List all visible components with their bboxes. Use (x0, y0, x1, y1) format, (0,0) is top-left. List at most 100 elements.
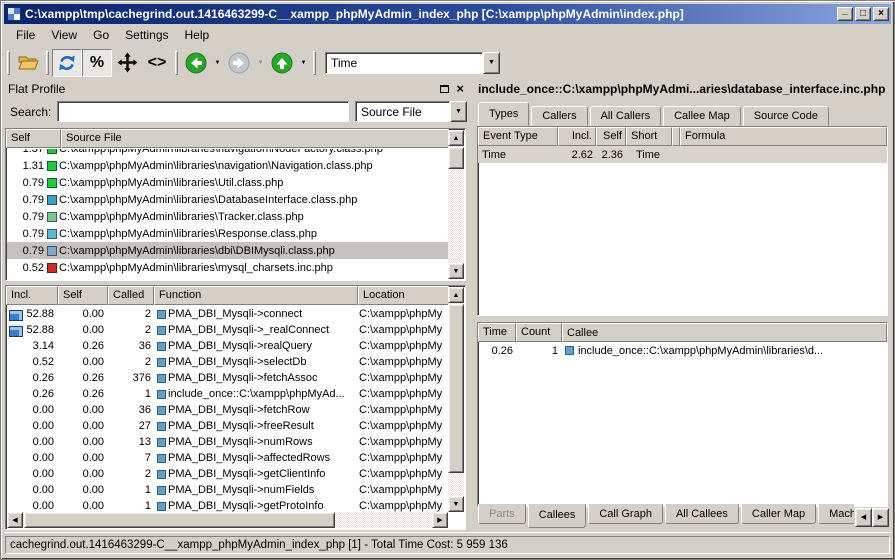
menu-item[interactable]: View (43, 25, 85, 45)
vertical-scrollbar[interactable]: ▲ ▼ (448, 130, 464, 279)
dropdown-icon: ▼ (258, 60, 264, 66)
horizontal-scrollbar[interactable]: ◀ ▶ (7, 512, 448, 528)
event-types-table: Event Type Incl. Self Short Formula Time… (477, 126, 888, 316)
detail-tab[interactable]: Callers (531, 106, 587, 126)
detail-tab[interactable]: Types (478, 102, 529, 126)
source-file-row[interactable]: 0.79 C:\xampp\phpMyAdmin\libraries\Util.… (7, 174, 448, 191)
function-row[interactable]: 52.88 0.00 2 PMA_DBI_Mysqli->_realConnec… (7, 322, 448, 338)
function-row[interactable]: 0.00 0.00 1 PMA_DBI_Mysqli->numFields C:… (7, 482, 448, 498)
column-header-event-type[interactable]: Event Type (478, 127, 558, 146)
tab-scroll-right-button[interactable]: ▶ (872, 508, 889, 527)
column-header-spacer[interactable] (672, 127, 680, 146)
column-header-location[interactable]: Location (358, 286, 449, 305)
scroll-down-button[interactable]: ▼ (448, 496, 464, 512)
minimize-button[interactable]: _ (837, 7, 853, 21)
scroll-left-button[interactable]: ◀ (7, 512, 23, 528)
detail-tab[interactable]: Caller Map (741, 504, 816, 524)
column-header-incl[interactable]: Incl. (6, 286, 58, 305)
expand-areas-button[interactable] (112, 49, 142, 77)
event-type-row[interactable]: Time 2.62 2.36 Time (478, 146, 887, 163)
column-header-self[interactable]: Self (6, 129, 61, 148)
detail-tab[interactable]: Callee Map (663, 106, 741, 126)
column-header-count[interactable]: Count (516, 323, 562, 342)
open-file-button[interactable] (13, 49, 43, 77)
grouping-combobox[interactable]: Source File ▼ (355, 101, 467, 122)
column-header-short[interactable]: Short (626, 127, 672, 146)
self-value: 0.26 (59, 340, 109, 352)
column-header-source-file[interactable]: Source File (61, 129, 449, 148)
function-row[interactable]: 0.00 0.00 7 PMA_DBI_Mysqli->affectedRows… (7, 450, 448, 466)
column-header-self[interactable]: Self (596, 127, 626, 146)
function-row[interactable]: 0.00 0.00 36 PMA_DBI_Mysqli->fetchRow C:… (7, 402, 448, 418)
close-button[interactable]: × (873, 7, 889, 21)
function-row[interactable]: 3.14 0.26 36 PMA_DBI_Mysqli->realQuery C… (7, 338, 448, 354)
source-file-row[interactable]: 0.52 C:\xampp\phpMyAdmin\libraries\user_… (7, 276, 448, 279)
callee-row[interactable]: 0.26 1 include_once::C:\xampp\phpMyAdmin… (478, 342, 887, 359)
detail-tab[interactable]: Call Graph (588, 504, 663, 524)
scrollbar-thumb[interactable] (448, 304, 464, 473)
detail-tab[interactable]: Machine (818, 504, 854, 524)
detail-tab[interactable]: Callees (528, 504, 587, 528)
menu-item[interactable]: File (8, 25, 43, 45)
source-file-row[interactable]: 0.52 C:\xampp\phpMyAdmin\libraries\mysql… (7, 259, 448, 276)
toolbar-handle[interactable] (175, 51, 178, 75)
vertical-scrollbar[interactable]: ▲ ▼ (448, 287, 464, 512)
detail-tab[interactable]: All Callers (590, 106, 662, 126)
column-header-function[interactable]: Function (154, 286, 358, 305)
scroll-down-button[interactable]: ▼ (448, 263, 464, 279)
source-file-row[interactable]: 0.79 C:\xampp\phpMyAdmin\libraries\Track… (7, 208, 448, 225)
scrollbar-thumb[interactable] (448, 147, 464, 169)
relative-percent-button[interactable]: % (82, 49, 112, 77)
source-file-row[interactable]: 1.31 C:\xampp\phpMyAdmin\libraries\navig… (7, 157, 448, 174)
column-header-self[interactable]: Self (58, 286, 108, 305)
function-row[interactable]: 0.00 0.00 13 PMA_DBI_Mysqli->numRows C:\… (7, 434, 448, 450)
column-header-called[interactable]: Called (108, 286, 154, 305)
function-row[interactable]: 0.00 0.00 27 PMA_DBI_Mysqli->freeResult … (7, 418, 448, 434)
toolbar-handle[interactable] (46, 51, 49, 75)
menu-item[interactable]: Help (177, 25, 218, 45)
up-button[interactable] (267, 49, 297, 77)
dock-header[interactable]: Flat Profile × (5, 80, 469, 97)
combo-arrow-button[interactable]: ▼ (450, 101, 467, 122)
function-row[interactable]: 0.00 0.00 2 PMA_DBI_Mysqli->getClientInf… (7, 466, 448, 482)
source-file-path: C:\xampp\phpMyAdmin\libraries\Util.class… (59, 177, 283, 189)
back-dropdown[interactable]: ▼ (211, 49, 224, 77)
source-file-row[interactable]: 0.79 C:\xampp\phpMyAdmin\libraries\Respo… (7, 225, 448, 242)
column-header-formula[interactable]: Formula (680, 127, 887, 146)
menu-item[interactable]: Go (85, 25, 117, 45)
shorten-templates-button[interactable]: <> (142, 49, 172, 77)
cycle-detection-button[interactable] (52, 49, 82, 77)
detail-tab[interactable]: All Callees (665, 504, 739, 524)
up-dropdown[interactable]: ▼ (297, 49, 310, 77)
toolbar-handle[interactable] (7, 51, 10, 75)
scrollbar-thumb[interactable] (24, 512, 335, 528)
status-text: cachegrind.out.1416463299-C__xampp_phpMy… (5, 536, 890, 554)
scroll-up-button[interactable]: ▲ (448, 287, 464, 303)
titlebar[interactable]: C:\xampp\tmp\cachegrind.out.1416463299-C… (4, 4, 891, 24)
detail-tab[interactable]: Source Code (743, 106, 829, 126)
dock-close-icon[interactable]: × (456, 84, 464, 94)
source-file-row[interactable]: 0.79 C:\xampp\phpMyAdmin\libraries\dbi\D… (7, 242, 448, 259)
back-button[interactable] (181, 49, 211, 77)
detail-tab[interactable]: Parts (478, 504, 526, 524)
column-header-callee[interactable]: Callee (562, 323, 887, 342)
source-file-row[interactable]: 1.37 C:\xampp\phpMyAdmin\libraries\navig… (7, 149, 448, 157)
function-row[interactable]: 0.26 0.26 376 PMA_DBI_Mysqli->fetchAssoc… (7, 370, 448, 386)
column-header-incl[interactable]: Incl. (558, 127, 596, 146)
dock-float-icon[interactable] (440, 85, 449, 93)
column-header-time[interactable]: Time (478, 323, 516, 342)
scroll-right-button[interactable]: ▶ (432, 512, 448, 528)
tab-scroll-left-button[interactable]: ◀ (855, 508, 872, 527)
function-row[interactable]: 52.88 0.00 2 PMA_DBI_Mysqli->connect C:\… (7, 306, 448, 322)
maximize-button[interactable]: □ (855, 7, 871, 21)
scroll-up-button[interactable]: ▲ (448, 130, 464, 146)
source-file-row[interactable]: 0.79 C:\xampp\phpMyAdmin\libraries\Datab… (7, 191, 448, 208)
function-row[interactable]: 0.00 0.00 1 PMA_DBI_Mysqli->getProtoInfo… (7, 498, 448, 512)
menu-item[interactable]: Settings (117, 25, 176, 45)
combo-arrow-button[interactable]: ▼ (483, 52, 500, 74)
function-row[interactable]: 0.26 0.26 1 include_once::C:\xampp\phpMy… (7, 386, 448, 402)
toolbar-handle[interactable] (313, 51, 316, 75)
event-type-combobox[interactable]: Time ▼ (325, 52, 500, 74)
search-input[interactable] (57, 101, 349, 122)
function-row[interactable]: 0.52 0.00 2 PMA_DBI_Mysqli->selectDb C:\… (7, 354, 448, 370)
